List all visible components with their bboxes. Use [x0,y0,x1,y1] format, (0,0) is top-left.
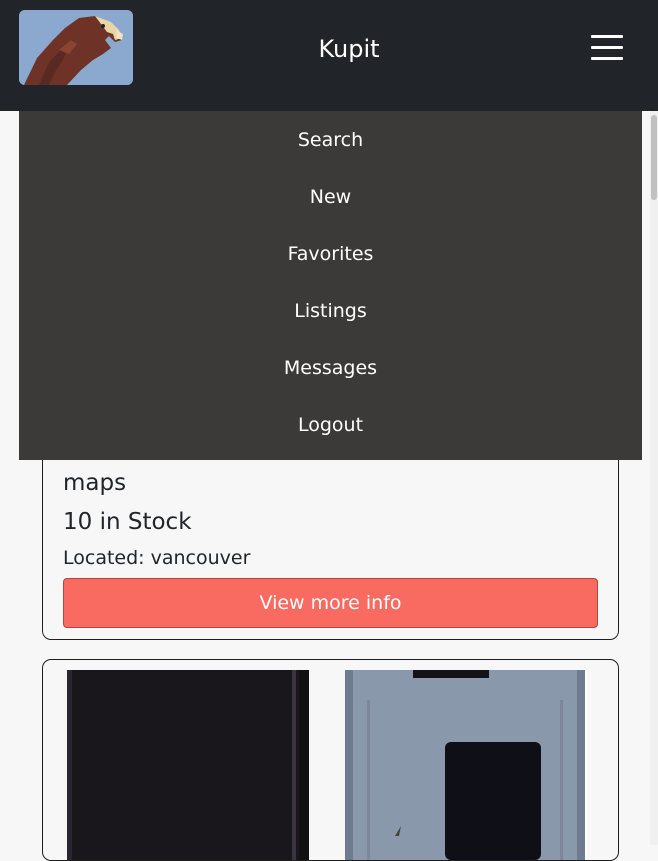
menu-item-favorites[interactable]: Favorites [19,242,642,266]
brand-title[interactable]: Kupit [0,33,658,65]
phone-back-image[interactable] [345,670,587,860]
listing-location: Located: vancouver [63,547,251,569]
hamburger-menu-icon[interactable] [591,35,623,60]
page-scrollbar[interactable] [650,111,658,845]
listing-title: maps [63,470,127,496]
nav-dropdown-menu: Search New Favorites Listings Messages L… [19,111,642,460]
menu-item-listings[interactable]: Listings [19,299,642,323]
menu-item-messages[interactable]: Messages [19,356,642,380]
view-more-info-button[interactable]: View more info [63,578,598,628]
listing-stock: 10 in Stock [63,509,192,535]
menu-item-search[interactable]: Search [19,128,642,152]
menu-item-logout[interactable]: Logout [19,413,642,437]
listing-card [42,659,619,861]
phone-front-image[interactable] [67,670,309,860]
menu-item-new[interactable]: New [19,185,642,209]
top-navbar: Kupit [0,0,658,111]
scrollbar-thumb[interactable] [651,115,657,200]
